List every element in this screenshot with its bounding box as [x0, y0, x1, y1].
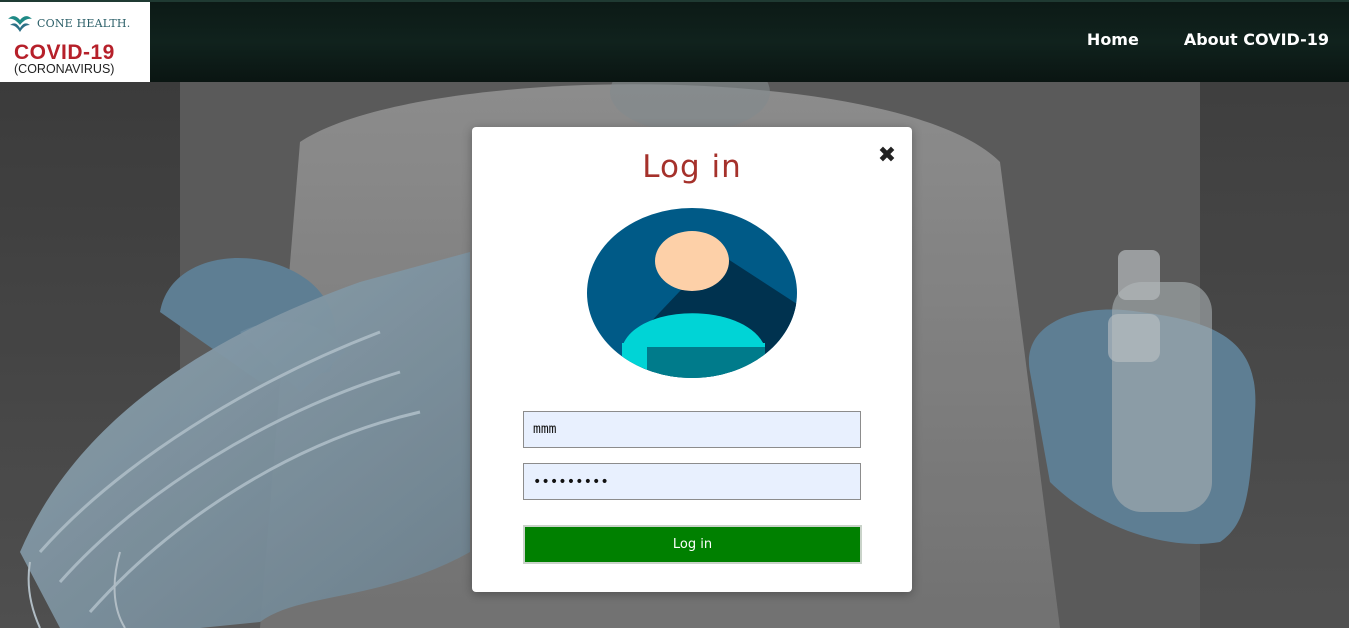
nav-home-link[interactable]: Home: [1087, 30, 1139, 49]
site-logo[interactable]: CONE HEALTH. COVID-19 (CORONAVIRUS): [0, 2, 150, 84]
password-input[interactable]: [523, 463, 861, 500]
logo-subtitle: (CORONAVIRUS): [14, 62, 115, 76]
login-page: CONE HEALTH. COVID-19 (CORONAVIRUS) Home…: [0, 0, 1349, 628]
main-nav: Home About COVID-19: [1087, 30, 1329, 49]
top-navbar: CONE HEALTH. COVID-19 (CORONAVIRUS) Home…: [0, 0, 1349, 84]
brand-row: CONE HEALTH.: [6, 12, 130, 34]
close-icon[interactable]: ✖: [876, 145, 898, 167]
cone-health-logo-icon: [6, 13, 34, 33]
nav-about-covid-link[interactable]: About COVID-19: [1184, 30, 1329, 49]
login-modal: Log in ✖ Log in: [472, 127, 912, 592]
logo-title: COVID-19: [14, 41, 115, 64]
login-submit-button[interactable]: Log in: [523, 525, 862, 564]
modal-title: Log in: [642, 149, 742, 185]
brand-name: CONE HEALTH.: [37, 16, 131, 30]
username-input[interactable]: [523, 411, 861, 448]
user-avatar-icon: [587, 208, 797, 378]
